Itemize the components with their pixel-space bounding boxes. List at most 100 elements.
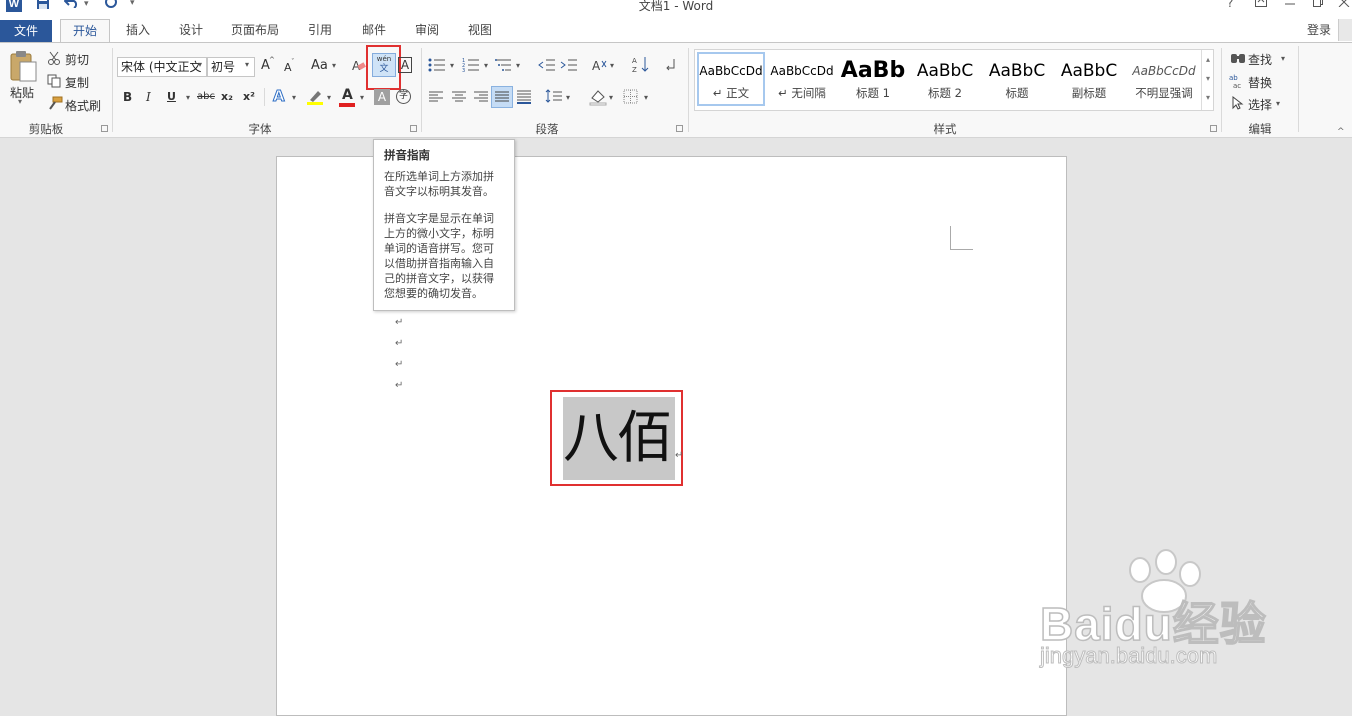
avatar[interactable] — [1338, 19, 1352, 41]
font-separator — [264, 88, 265, 106]
styles-scroll-up-icon[interactable]: ▴ — [1202, 50, 1214, 69]
cut-button[interactable]: 剪切 — [65, 51, 89, 68]
styles-scroll: ▴ ▾ ▾ — [1201, 50, 1214, 110]
style-title-sample: AaBbC — [988, 61, 1046, 81]
line-spacing-dropdown-icon[interactable]: ▾ — [566, 93, 570, 102]
change-case-dropdown-icon[interactable]: ▾ — [332, 61, 336, 70]
bold-button[interactable]: B — [123, 90, 132, 104]
font-size-dropdown-icon[interactable]: ▾ — [245, 60, 249, 69]
tab-review[interactable]: 审阅 — [415, 20, 439, 42]
paste-dropdown-icon[interactable]: ▾ — [18, 97, 22, 106]
style-heading-2-sample: AaBbC — [916, 61, 974, 81]
strikethrough-button[interactable]: abc — [197, 91, 215, 102]
signin-link[interactable]: 登录 — [1307, 20, 1331, 42]
justify-button[interactable] — [491, 86, 513, 108]
multilevel-dropdown-icon[interactable]: ▾ — [516, 61, 520, 70]
increase-indent-icon[interactable] — [560, 57, 578, 76]
character-shading-button[interactable]: A — [374, 89, 390, 105]
styles-more-icon[interactable]: ▾ — [1202, 88, 1214, 107]
shading-icon[interactable] — [589, 88, 607, 109]
style-normal[interactable]: AaBbCcDd ↵ 正文 — [696, 52, 766, 106]
enclose-characters-button[interactable]: 字 — [396, 89, 411, 104]
italic-button[interactable]: I — [146, 90, 151, 104]
tab-mailings[interactable]: 邮件 — [362, 20, 386, 42]
align-left-icon[interactable] — [428, 90, 444, 107]
phonetic-char-label: 文 — [379, 64, 389, 74]
paragraph-launcher-icon[interactable] — [676, 125, 683, 132]
shading-dropdown-icon[interactable]: ▾ — [609, 93, 613, 102]
bullets-dropdown-icon[interactable]: ▾ — [450, 61, 454, 70]
style-heading-2[interactable]: AaBbC 标题 2 — [910, 52, 980, 106]
borders-icon[interactable] — [623, 89, 639, 108]
clear-formatting-icon[interactable]: A — [352, 58, 366, 75]
restore-icon[interactable] — [1312, 0, 1324, 10]
font-color-button[interactable]: A — [342, 87, 353, 103]
chinese-layout-icon[interactable]: A — [591, 57, 609, 76]
find-dropdown-icon[interactable]: ▾ — [1281, 54, 1285, 63]
line-spacing-icon[interactable] — [545, 88, 563, 107]
align-right-icon[interactable] — [473, 90, 489, 107]
tab-home[interactable]: 开始 — [60, 19, 110, 43]
minimize-icon[interactable] — [1284, 0, 1296, 10]
show-marks-icon[interactable] — [664, 58, 678, 75]
bullets-icon[interactable] — [428, 57, 446, 76]
phonetic-guide-button[interactable]: wén 文 — [372, 53, 396, 77]
copy-button[interactable]: 复制 — [65, 74, 89, 91]
superscript-button[interactable]: x² — [243, 90, 255, 103]
group-separator — [1298, 46, 1299, 132]
align-center-icon[interactable] — [451, 90, 467, 107]
font-family-select[interactable]: 宋体 (中文正文 — [117, 57, 207, 77]
highlight-pen-icon[interactable] — [306, 88, 324, 109]
text-effects-button[interactable]: A — [273, 87, 286, 106]
select-dropdown-icon[interactable]: ▾ — [1276, 99, 1280, 108]
tab-view[interactable]: 视图 — [468, 20, 492, 42]
tooltip-description: 在所选单词上方添加拼音文字以标明其发音。 — [384, 170, 494, 198]
style-normal-name: ↵ 正文 — [712, 86, 750, 100]
select-button[interactable]: 选择 — [1248, 96, 1272, 113]
font-family-dropdown-icon[interactable]: ▾ — [198, 60, 202, 69]
styles-scroll-down-icon[interactable]: ▾ — [1202, 69, 1214, 88]
tab-insert[interactable]: 插入 — [126, 20, 150, 42]
decrease-indent-icon[interactable] — [538, 57, 556, 76]
tab-references[interactable]: 引用 — [308, 20, 332, 42]
sort-icon[interactable]: AZ — [632, 55, 650, 76]
paste-icon[interactable] — [8, 50, 38, 85]
character-border-button[interactable]: A — [398, 57, 412, 73]
styles-launcher-icon[interactable] — [1210, 125, 1217, 132]
style-heading-1[interactable]: AaBb 标题 1 — [838, 52, 908, 106]
ribbon-display-icon[interactable] — [1255, 0, 1267, 10]
highlight-dropdown-icon[interactable]: ▾ — [327, 93, 331, 102]
numbering-dropdown-icon[interactable]: ▾ — [484, 61, 488, 70]
change-case-button[interactable]: Aa — [311, 58, 328, 73]
replace-button[interactable]: 替换 — [1248, 74, 1272, 91]
text-effects-dropdown-icon[interactable]: ▾ — [292, 93, 296, 102]
close-icon[interactable] — [1338, 0, 1350, 10]
help-button[interactable]: ? — [1227, 0, 1233, 10]
tab-layout[interactable]: 页面布局 — [231, 20, 279, 42]
style-title[interactable]: AaBbC 标题 — [982, 52, 1052, 106]
paragraph-mark: ↵ — [675, 450, 684, 461]
underline-dropdown-icon[interactable]: ▾ — [186, 93, 190, 102]
clipboard-launcher-icon[interactable] — [101, 125, 108, 132]
selected-text[interactable]: 八佰 — [563, 397, 675, 480]
style-no-spacing[interactable]: AaBbCcDd ↵ 无间隔 — [767, 52, 837, 106]
collapse-ribbon-icon[interactable]: ^ — [1337, 127, 1345, 137]
borders-dropdown-icon[interactable]: ▾ — [644, 93, 648, 102]
style-subtitle[interactable]: AaBbC 副标题 — [1054, 52, 1124, 106]
tab-file[interactable]: 文件 — [0, 20, 52, 42]
tab-design[interactable]: 设计 — [179, 20, 203, 42]
distributed-icon[interactable] — [516, 89, 532, 108]
format-painter-button[interactable]: 格式刷 — [65, 97, 101, 114]
find-button[interactable]: 查找 — [1248, 51, 1272, 68]
chinese-layout-dropdown-icon[interactable]: ▾ — [610, 61, 614, 70]
subscript-button[interactable]: x₂ — [221, 90, 233, 103]
style-subtle-emphasis[interactable]: AaBbCcDd 不明显强调 — [1126, 52, 1202, 106]
underline-button[interactable]: U — [167, 90, 176, 103]
numbering-icon[interactable]: 123 — [462, 57, 480, 76]
style-heading-1-sample: AaBb — [840, 58, 906, 83]
style-normal-sample: AaBbCcDd — [699, 64, 763, 78]
style-heading-2-name: 标题 2 — [928, 86, 962, 100]
multilevel-list-icon[interactable] — [495, 57, 513, 76]
font-launcher-icon[interactable] — [410, 125, 417, 132]
font-color-dropdown-icon[interactable]: ▾ — [360, 93, 364, 102]
